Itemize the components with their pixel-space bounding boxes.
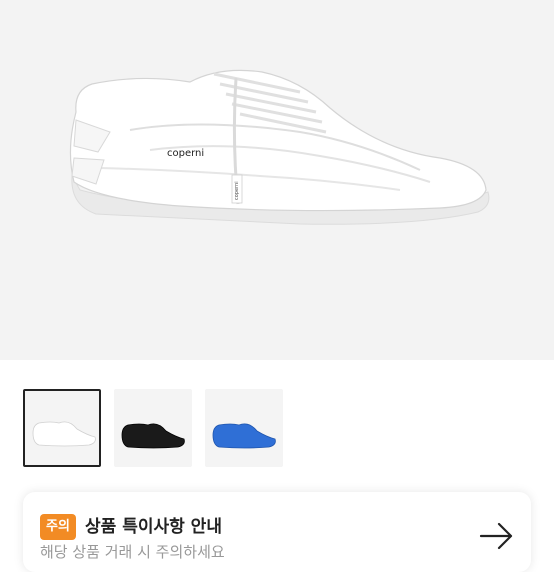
caution-badge: 주의 (40, 514, 76, 540)
thumbnail-blue-sneaker[interactable] (205, 389, 283, 467)
black-sneaker-thumb-icon (121, 423, 185, 449)
arrow-right-icon[interactable] (479, 522, 515, 550)
white-sneaker-thumb-icon (32, 421, 96, 447)
notice-title: 상품 특이사항 안내 (85, 517, 222, 537)
thumbnail-white-sneaker[interactable] (23, 389, 101, 467)
brand-label: coperni (167, 148, 204, 159)
lace-tag-label: coperni (234, 181, 240, 200)
notice-subtitle: 해당 상품 거래 시 주의하세요 (40, 543, 225, 561)
product-notice-card[interactable]: 주의 상품 특이사항 안내 해당 상품 거래 시 주의하세요 (23, 492, 531, 572)
blue-sneaker-thumb-icon (212, 423, 276, 449)
product-image[interactable]: coperni coperni (0, 0, 554, 360)
white-sneaker-illustration: coperni coperni (69, 69, 490, 225)
thumbnail-black-sneaker[interactable] (114, 389, 192, 467)
